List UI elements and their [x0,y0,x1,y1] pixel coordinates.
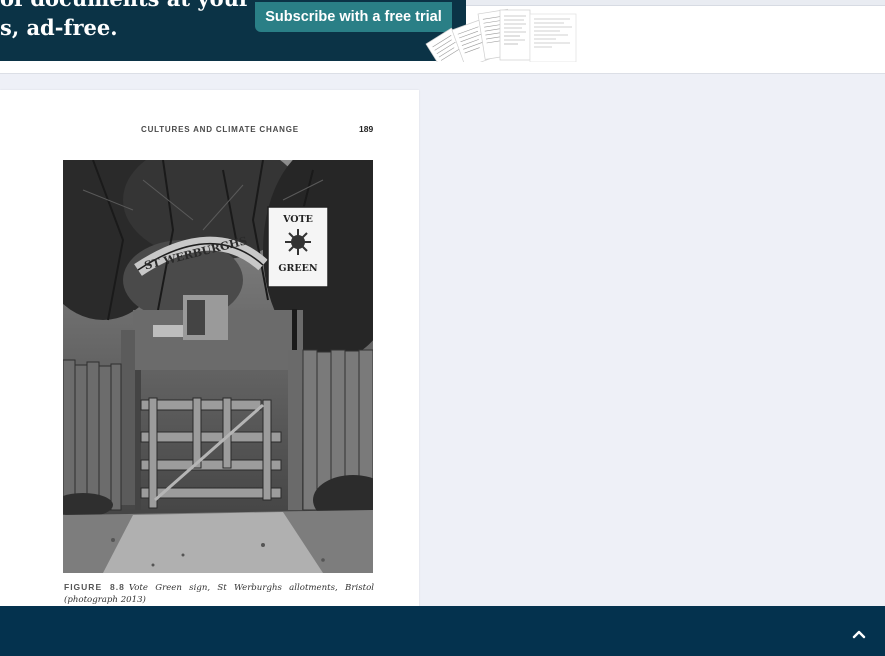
banner-text: of documents at your s, ad-free. [0,0,260,42]
figure-caption: FIGURE 8.8 Vote Green sign, St Werburghs … [64,581,374,606]
banner-line-1: of documents at your [0,0,260,13]
back-to-top-button[interactable] [847,622,871,646]
page-number: 189 [359,124,374,134]
figure-label: FIGURE 8.8 [64,582,125,592]
sign-green-text: GREEN [278,263,317,274]
document-thumbnails-image [425,8,577,62]
bottom-toolbar [0,606,885,656]
subscribe-banner[interactable]: of documents at your s, ad-free. Subscri… [0,0,466,61]
sign-vote-text: VOTE [282,214,313,225]
top-strip: of documents at your s, ad-free. Subscri… [0,0,885,74]
running-head: CULTURES AND CLIMATE CHANGE [141,125,299,134]
chevron-up-icon [852,630,866,639]
banner-line-2: s, ad-free. [0,15,118,40]
document-page: CULTURES AND CLIMATE CHANGE 189 ST WERBU… [0,90,419,610]
allotment-gate-photo: ST WERBURGHS VOTE GREEN [63,160,373,573]
